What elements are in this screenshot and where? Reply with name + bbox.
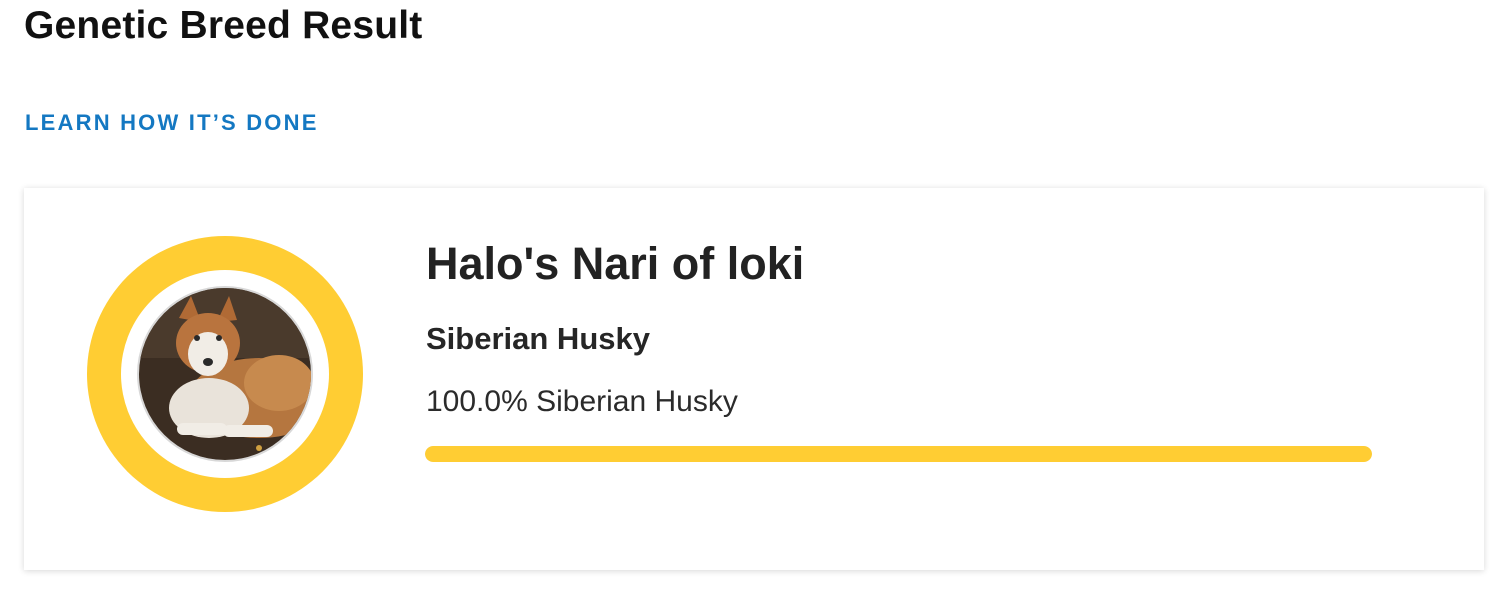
- breed-label: Siberian Husky: [426, 321, 650, 356]
- breed-progress-fill: [425, 446, 1372, 462]
- breed-composition-row: 100.0% Siberian Husky: [426, 385, 738, 419]
- breed-percent: 100.0%: [426, 385, 528, 418]
- breed-composition-name: Siberian Husky: [536, 385, 738, 418]
- page: Genetic Breed Result LEARN HOW IT’S DONE: [0, 0, 1510, 604]
- dog-name: Halo's Nari of loki: [426, 238, 805, 289]
- ring-inner: [121, 270, 329, 478]
- breed-ring-chart: [87, 236, 363, 512]
- page-title: Genetic Breed Result: [24, 4, 423, 47]
- dog-avatar: [137, 286, 313, 462]
- breed-result-card: Halo's Nari of loki Siberian Husky 100.0…: [24, 188, 1484, 570]
- learn-how-link[interactable]: LEARN HOW IT’S DONE: [25, 110, 319, 136]
- breed-progress-bar: [425, 446, 1372, 462]
- dog-photo-icon: [139, 288, 311, 460]
